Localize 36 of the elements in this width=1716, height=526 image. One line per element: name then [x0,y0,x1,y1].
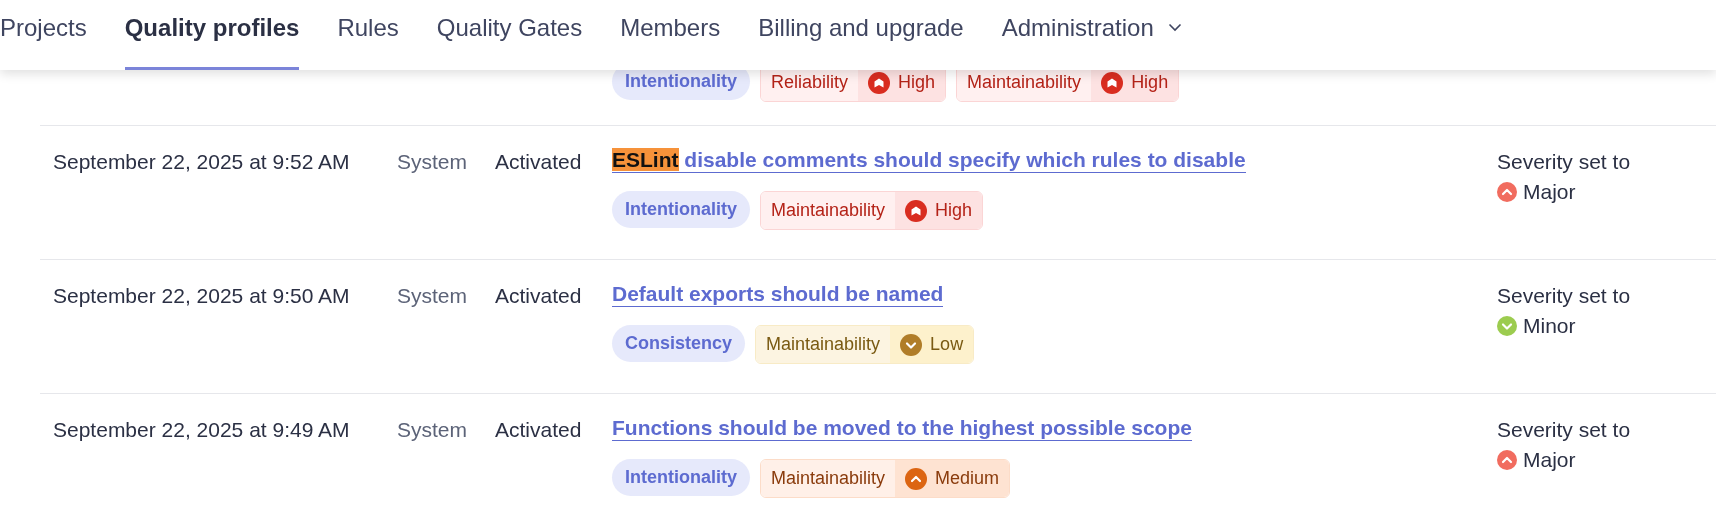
nav-tab[interactable]: Rules [337,0,399,70]
date-text: September 22, 2025 at 9:49 AM [53,417,351,443]
user-text: System [397,283,468,309]
nav-tab[interactable]: Projects [0,0,87,70]
change-label: Severity set to [1497,284,1632,308]
rule-link[interactable]: ESLint disable comments should specify which rules to disable [612,148,1246,173]
severity-high-icon [1101,71,1124,94]
severity-text: Major [1523,180,1576,204]
impact-badge: Maintainability Medium [760,459,1011,498]
severity-high-icon [905,199,928,222]
severity-text: Minor [1523,314,1576,338]
date-text: September 22, 2025 at 9:52 AM [53,149,351,175]
chevron-up-icon [1497,182,1517,202]
action-text: Activated [495,417,583,443]
impact-badge: Maintainability Low [755,325,975,364]
severity-high-icon [868,71,891,94]
rule-link[interactable]: Functions should be moved to the highest possible scope [612,416,1192,441]
nav-tab[interactable]: Quality profiles [124,0,300,70]
user-text: System [397,417,468,443]
attribute-tag: Consistency [612,325,746,362]
chevron-down-icon [900,333,923,356]
action-text: Activated [495,283,583,309]
user-text: System [397,149,468,175]
nav-tab[interactable]: Quality Gates [436,0,583,70]
chevron-down-icon [1497,316,1517,336]
chevron-up-icon [905,467,928,490]
change-label: Severity set to [1497,418,1632,442]
severity-text: Major [1523,448,1576,472]
attribute-tag: Intentionality [612,459,750,496]
action-text: Activated [495,149,583,175]
change-label: Severity set to [1497,150,1632,174]
attribute-tag: Intentionality [612,191,750,228]
chevron-up-icon [1497,450,1517,470]
rule-link[interactable]: Default exports should be named [612,282,944,307]
date-text: September 22, 2025 at 9:50 AM [53,283,351,309]
impact-badge: Maintainability High [760,191,984,230]
